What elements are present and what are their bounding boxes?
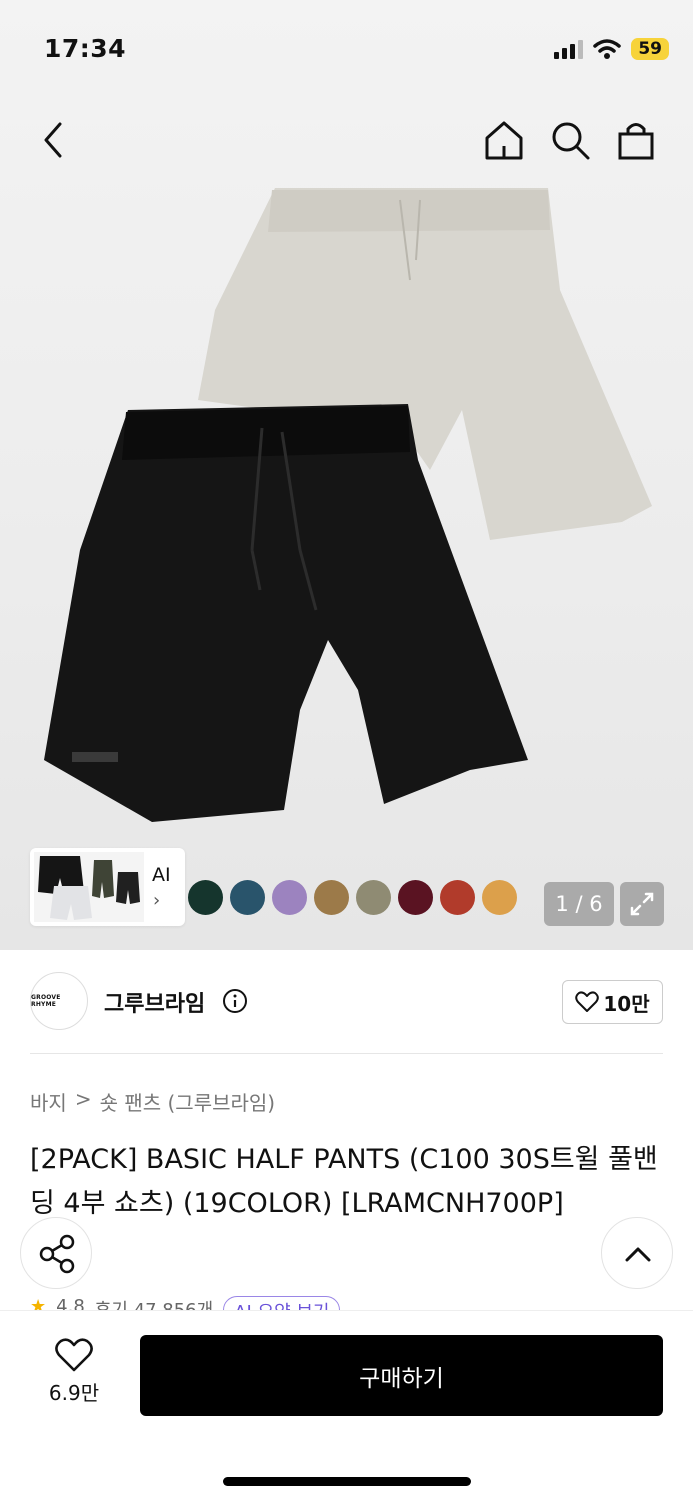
- thumbnail-image: [34, 852, 144, 922]
- brand-logo[interactable]: GROOVE RHYME: [30, 972, 88, 1030]
- product-title: [2PACK] BASIC HALF PANTS (C100 30S트윌 풀밴딩…: [30, 1144, 658, 1219]
- home-indicator: [223, 1477, 471, 1486]
- ai-similar-items-card[interactable]: AI ›: [30, 848, 185, 926]
- status-bar: 17:34 59: [0, 0, 693, 100]
- product-gallery[interactable]: AI › 1 / 6: [0, 0, 693, 950]
- breadcrumb-item-shorts[interactable]: 숏 팬츠 (그루브라임): [100, 1087, 276, 1116]
- color-swatch[interactable]: [188, 880, 223, 915]
- status-time: 17:34: [44, 34, 127, 63]
- brand-row: GROOVE RHYME 그루브라임 10만: [30, 972, 663, 1032]
- shopping-bag-icon[interactable]: [614, 118, 658, 162]
- scroll-top-button[interactable]: [601, 1217, 673, 1289]
- color-swatch[interactable]: [482, 880, 517, 915]
- bottom-action-bar: 6.9만 구매하기: [0, 1310, 693, 1500]
- share-button[interactable]: [20, 1217, 92, 1289]
- brand-like-button[interactable]: 10만: [562, 980, 663, 1024]
- breadcrumb-separator: >: [74, 1087, 92, 1111]
- wishlist-button[interactable]: 6.9만: [36, 1337, 112, 1406]
- divider: [30, 1053, 663, 1054]
- color-swatch[interactable]: [356, 880, 391, 915]
- top-navigation: [0, 110, 693, 170]
- color-swatch[interactable]: [398, 880, 433, 915]
- image-counter: 1 / 6: [544, 882, 614, 926]
- signal-icon: [554, 39, 584, 59]
- share-icon: [39, 1234, 75, 1274]
- buy-button[interactable]: 구매하기: [140, 1335, 663, 1416]
- color-swatches: [188, 880, 517, 915]
- color-swatch[interactable]: [314, 880, 349, 915]
- status-icons: 59: [554, 38, 669, 60]
- home-icon[interactable]: [482, 118, 526, 162]
- breadcrumb-item-pants[interactable]: 바지: [30, 1087, 67, 1116]
- heart-icon: [55, 1338, 93, 1372]
- wifi-icon: [593, 39, 622, 59]
- ai-label: AI: [152, 864, 171, 886]
- color-swatch[interactable]: [440, 880, 475, 915]
- battery-indicator: 59: [631, 38, 669, 60]
- color-swatch[interactable]: [272, 880, 307, 915]
- brand-like-count: 10만: [603, 991, 650, 1016]
- expand-icon[interactable]: [620, 882, 664, 926]
- wishlist-count: 6.9만: [48, 1381, 100, 1405]
- breadcrumb: 바지 > 숏 팬츠 (그루브라임): [30, 1087, 275, 1116]
- chevron-left-icon[interactable]: [36, 118, 76, 162]
- color-swatch[interactable]: [230, 880, 265, 915]
- heart-icon: [575, 991, 600, 1012]
- search-icon[interactable]: [548, 118, 592, 162]
- chevron-up-icon: [625, 1247, 651, 1262]
- chevron-right-icon: ›: [153, 890, 161, 911]
- info-icon[interactable]: [222, 988, 248, 1014]
- product-image[interactable]: [0, 170, 693, 850]
- brand-name[interactable]: 그루브라임: [104, 986, 205, 1018]
